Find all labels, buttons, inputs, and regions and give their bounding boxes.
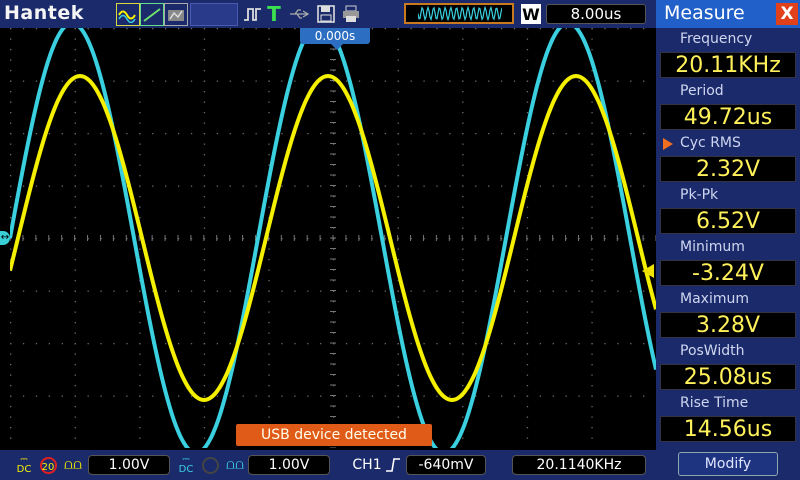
measure-label-period: Period: [680, 83, 724, 99]
ch2-invert-icon[interactable]: ⩍⩍: [224, 455, 246, 475]
trigger-level-marker[interactable]: [642, 264, 654, 278]
measure-panel-title: Measure: [664, 2, 745, 24]
measure-value-frequency[interactable]: 20.11KHz: [660, 52, 796, 78]
measure-value-rise-time[interactable]: 14.56us: [660, 416, 796, 442]
save-icon[interactable]: [316, 3, 336, 24]
trigger-level[interactable]: -640mV: [406, 455, 486, 475]
zoom-window-button[interactable]: W: [521, 4, 541, 24]
ch1-coupling-icon[interactable]: ⎓ DC: [14, 455, 34, 475]
wave-yellow-icon[interactable]: [116, 3, 140, 26]
memory-wave-icon: [418, 6, 502, 21]
measure-label-minimum: Minimum: [680, 239, 745, 255]
brand-logo: Hantek: [4, 2, 84, 24]
status-slot: [190, 3, 238, 26]
measure-label-rise-time: Rise Time: [680, 395, 749, 411]
measure-value-period[interactable]: 49.72us: [660, 104, 796, 130]
ch2-scale[interactable]: 1.00V: [248, 455, 330, 475]
measure-label-maximum: Maximum: [680, 291, 749, 307]
rising-edge-icon[interactable]: [384, 455, 402, 475]
measure-value-maximum[interactable]: 3.28V: [660, 312, 796, 338]
wave-green-icon[interactable]: [140, 3, 164, 26]
measure-value-poswidth[interactable]: 25.08us: [660, 364, 796, 390]
measure-value-minimum[interactable]: -3.24V: [660, 260, 796, 286]
measure-label-frequency: Frequency: [680, 31, 753, 47]
usb-notification: USB device detected: [236, 424, 432, 446]
measure-label-cyc-rms: Cyc RMS: [680, 135, 741, 151]
channel-ground-marker[interactable]: ↔: [0, 231, 10, 245]
usb-icon: [288, 3, 312, 24]
modify-button[interactable]: Modify: [678, 452, 778, 476]
trigger-position-pointer: [331, 44, 343, 50]
trigger-position-marker[interactable]: 0.000s: [300, 28, 370, 44]
trigger-T-icon[interactable]: T: [266, 2, 282, 26]
timebase-readout[interactable]: 8.00us: [546, 4, 646, 24]
pulse-icon[interactable]: [243, 3, 263, 24]
ch1-invert-icon[interactable]: ⩍⩍: [62, 455, 84, 475]
measure-label-pk-pk: Pk-Pk: [680, 187, 719, 203]
measure-label-poswidth: PosWidth: [680, 343, 745, 359]
ch1-bandwidth-limit-icon[interactable]: 20: [38, 455, 58, 475]
measure-value-cyc-rms[interactable]: 2.32V: [660, 156, 796, 182]
trigger-frequency: 20.1140KHz: [512, 455, 646, 475]
trigger-source[interactable]: CH1: [352, 455, 382, 475]
selection-arrow-icon: [663, 138, 673, 150]
measure-value-pk-pk[interactable]: 6.52V: [660, 208, 796, 234]
ch1-scale[interactable]: 1.00V: [88, 455, 170, 475]
waveform-display[interactable]: [10, 28, 656, 448]
ch2-coupling-icon[interactable]: ⎓ DC: [176, 455, 196, 475]
print-icon[interactable]: [341, 3, 361, 24]
wave-gray-icon[interactable]: [164, 3, 188, 26]
ch2-bandwidth-limit-icon[interactable]: [200, 455, 220, 475]
close-button[interactable]: X: [776, 3, 798, 25]
